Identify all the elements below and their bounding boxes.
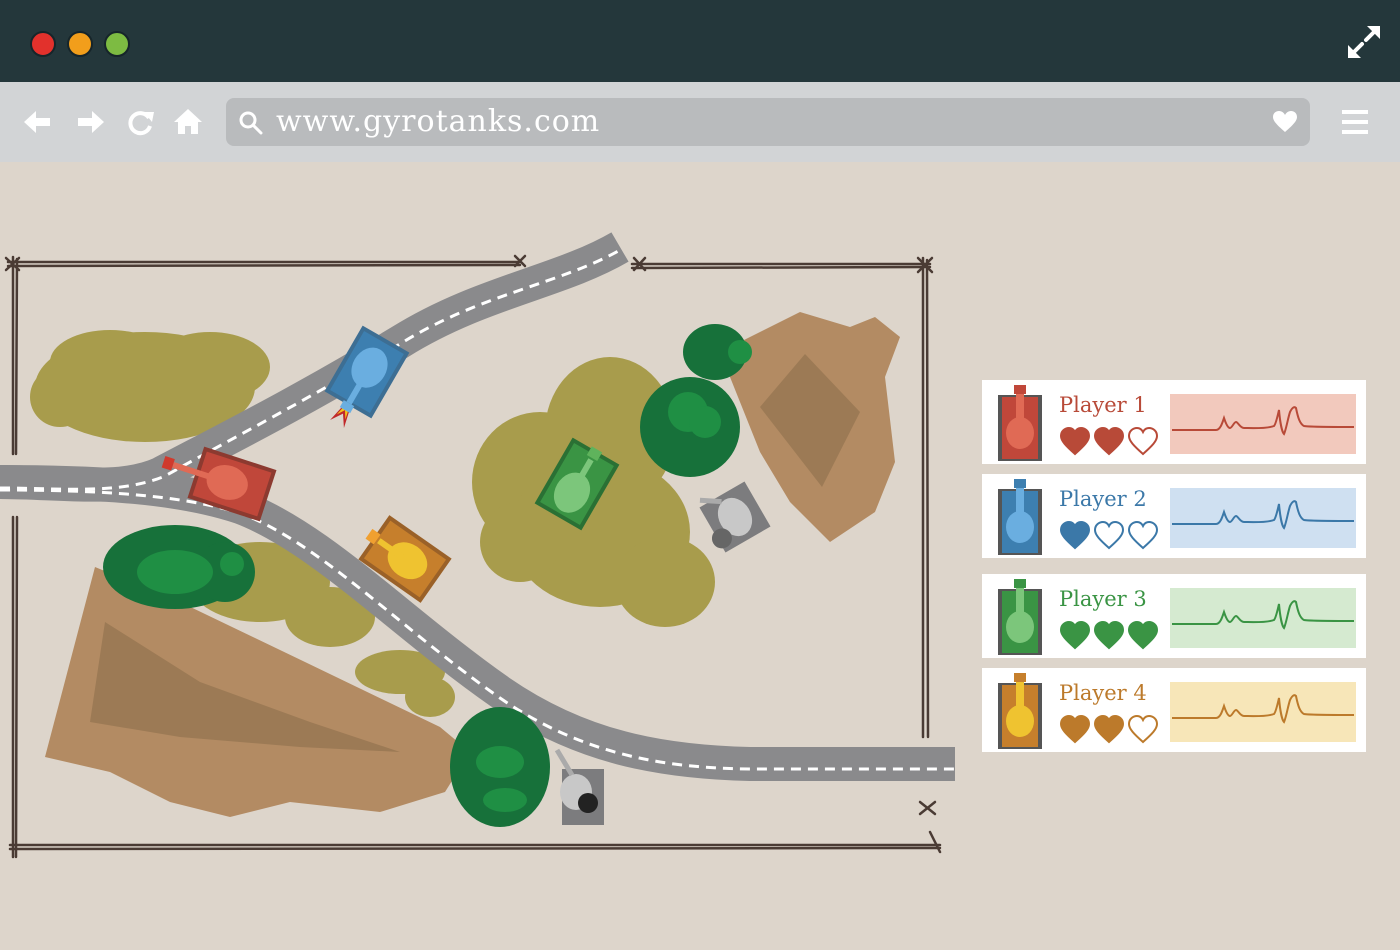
lives-hearts [1059, 620, 1159, 650]
heart-icon [1093, 520, 1125, 550]
player-2-tank-icon [998, 479, 1042, 555]
heart-icon [1127, 714, 1159, 744]
browser-toolbar: www.gyrotanks.com [0, 82, 1400, 162]
home-icon[interactable] [172, 106, 204, 138]
player-name: Player 4 [1059, 681, 1147, 705]
player-1-tank-icon [998, 385, 1042, 461]
player-4-signal-graph [1170, 682, 1356, 742]
hamburger-menu-icon[interactable] [1340, 106, 1370, 138]
heart-icon[interactable] [1272, 110, 1298, 134]
window-titlebar [0, 0, 1400, 82]
lives-hearts [1059, 714, 1159, 744]
lives-hearts [1059, 520, 1159, 550]
player-name: Player 2 [1059, 487, 1147, 511]
game-area: Player 1 Player 2 Player 3 Player 4 [0, 162, 1400, 950]
trees-top-right [640, 324, 752, 477]
address-bar[interactable]: www.gyrotanks.com [226, 98, 1310, 146]
player-4-tank-icon [998, 673, 1042, 749]
minimize-button[interactable] [67, 31, 93, 57]
heart-icon [1093, 714, 1125, 744]
player-panel-1: Player 1 [982, 380, 1366, 464]
reload-icon[interactable] [124, 106, 156, 138]
heart-icon [1127, 426, 1159, 456]
expand-icon[interactable] [1346, 24, 1382, 60]
trees-bottom [450, 707, 550, 827]
zoom-button[interactable] [104, 31, 130, 57]
heart-icon [1127, 620, 1159, 650]
heart-icon [1059, 620, 1091, 650]
back-arrow-icon[interactable] [22, 106, 54, 138]
heart-icon [1093, 426, 1125, 456]
player-name: Player 1 [1059, 393, 1147, 417]
search-icon [239, 111, 263, 135]
lives-hearts [1059, 426, 1159, 456]
close-button[interactable] [30, 31, 56, 57]
heart-icon [1059, 426, 1091, 456]
player-panel-3: Player 3 [982, 574, 1366, 658]
player-panel-4: Player 4 [982, 668, 1366, 752]
player-name: Player 3 [1059, 587, 1147, 611]
heart-icon [1093, 620, 1125, 650]
wrecked-tank-right [699, 481, 771, 553]
player-2-signal-graph [1170, 488, 1356, 548]
wrecked-tank-bottom [554, 748, 604, 825]
heart-icon [1059, 520, 1091, 550]
game-map[interactable] [0, 162, 960, 882]
url-text: www.gyrotanks.com [276, 104, 601, 139]
heart-icon [1059, 714, 1091, 744]
trees-left [103, 525, 255, 609]
player-3-tank-icon [998, 579, 1042, 655]
player-panel-2: Player 2 [982, 474, 1366, 558]
player-1-signal-graph [1170, 394, 1356, 454]
heart-icon [1127, 520, 1159, 550]
forward-arrow-icon[interactable] [74, 106, 106, 138]
player-3-signal-graph [1170, 588, 1356, 648]
